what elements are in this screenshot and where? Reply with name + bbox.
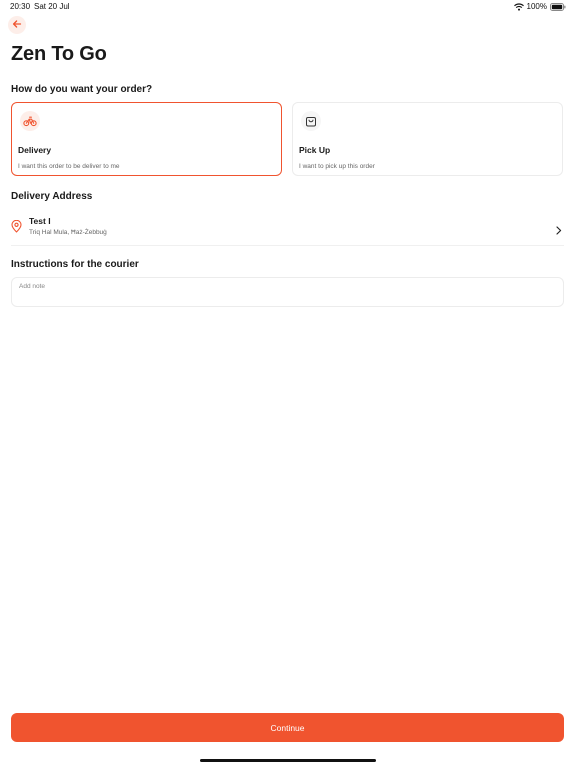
location-pin-icon — [11, 219, 22, 238]
courier-note-input[interactable] — [11, 277, 564, 307]
pickup-option-card[interactable]: Pick Up I want to pick up this order — [292, 102, 563, 176]
battery-icon — [550, 2, 566, 11]
battery-percentage: 100% — [526, 2, 547, 11]
status-date: Sat 20 Jul — [34, 2, 70, 11]
shopping-bag-icon — [301, 111, 321, 131]
address-line: Triq Hal Mula, Ħaż-Żebbuġ — [29, 229, 107, 236]
delivery-option-description: I want this order to be deliver to me — [18, 163, 120, 170]
wifi-icon — [513, 2, 524, 11]
delivery-address-heading: Delivery Address — [11, 191, 93, 202]
arrow-left-icon — [12, 16, 22, 34]
order-type-heading: How do you want your order? — [11, 84, 153, 95]
back-button[interactable] — [8, 16, 26, 34]
instructions-heading: Instructions for the courier — [11, 259, 139, 270]
pickup-option-description: I want to pick up this order — [299, 163, 375, 170]
continue-button[interactable]: Continue — [11, 713, 564, 742]
pickup-option-label: Pick Up — [299, 145, 331, 155]
status-bar: 20:30 Sat 20 Jul 100% — [0, 0, 576, 14]
delivery-option-card[interactable]: Delivery I want this order to be deliver… — [11, 102, 282, 176]
address-name: Test I — [29, 216, 51, 226]
delivery-option-label: Delivery — [18, 145, 52, 155]
home-indicator — [200, 759, 376, 762]
page-title: Zen To Go — [11, 43, 107, 65]
status-indicators: 100% — [513, 2, 566, 11]
delivery-address-row[interactable]: Test I Triq Hal Mula, Ħaż-Żebbuġ — [11, 211, 564, 246]
status-time: 20:30 — [10, 2, 31, 11]
chevron-right-icon — [556, 222, 562, 240]
bike-icon — [20, 111, 40, 131]
